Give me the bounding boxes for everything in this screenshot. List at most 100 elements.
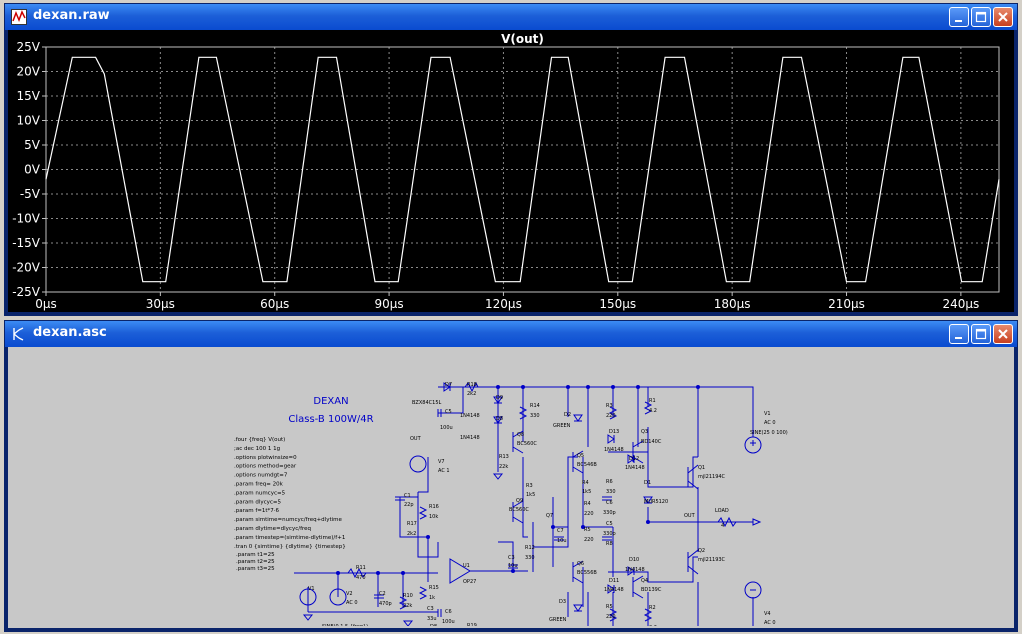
component-label: V1 xyxy=(308,586,315,592)
component-label: Q5 xyxy=(577,453,584,459)
component-label: GREEN xyxy=(549,617,567,623)
component-label: BD139C xyxy=(641,587,662,593)
component-label: D1 xyxy=(644,480,651,486)
directive-line: .param dlytime=dlycyc/freq xyxy=(234,526,311,532)
close-icon xyxy=(998,12,1008,22)
component-label: MUR5120 xyxy=(644,499,668,505)
param-line: .param t1=25 xyxy=(236,552,275,558)
component-label: BC560C xyxy=(509,507,529,513)
component-label: AC 0 xyxy=(764,620,776,626)
component-label: R5 xyxy=(606,604,613,610)
component-label: 1N4148 xyxy=(625,567,645,573)
component-label: R11 xyxy=(356,565,366,571)
component-label: D8 xyxy=(496,416,503,422)
component-label: 10u xyxy=(557,538,567,544)
component-label: Q2 xyxy=(698,548,705,554)
schematic-window-title: dexan.asc xyxy=(33,325,107,340)
component-label: R18 xyxy=(467,382,477,388)
close-button[interactable] xyxy=(993,7,1013,27)
schematic-canvas[interactable]: DEXAN Class-B 100W/4R .four {freq} V(out… xyxy=(8,347,1010,634)
component-label: Q4 xyxy=(641,578,648,584)
schematic-subtitle: Class-B 100W/4R xyxy=(288,414,373,425)
directive-line: .options numdgt=7 xyxy=(234,473,288,479)
schematic-pane[interactable]: DEXAN Class-B 100W/4R .four {freq} V(out… xyxy=(8,347,1014,634)
component-label: 220 xyxy=(606,413,616,419)
x-tick-label: 90µs xyxy=(375,297,404,311)
directive-line: .four {freq} V(out) xyxy=(234,437,285,443)
component-label: D13 xyxy=(609,429,619,435)
component-label: 4.2 xyxy=(649,408,657,414)
component-label: 470 xyxy=(356,575,366,581)
component-label: LOAD xyxy=(715,508,729,514)
component-label: 2k2 xyxy=(407,531,416,537)
component-label: R2 xyxy=(649,605,656,611)
component-label: C6 xyxy=(445,609,452,615)
waveform-plot-pane[interactable]: 25V 20V 15V 10V 5V 0V -5V -10V -15V -20V -25V 0µs 30… xyxy=(8,30,1014,312)
component-label: 330 xyxy=(530,413,540,419)
component-label: C1 xyxy=(404,493,411,499)
component-label: 330p xyxy=(603,510,616,516)
component-label: OUT xyxy=(684,513,696,519)
y-tick-label: 20V xyxy=(17,65,41,79)
maximize-button[interactable] xyxy=(971,7,991,27)
component-label: 10k xyxy=(429,514,438,520)
component-label: D10 xyxy=(629,557,639,563)
component-label: R8 xyxy=(606,541,613,547)
component-label: 100u xyxy=(442,619,455,625)
y-tick-label: 0V xyxy=(24,163,41,177)
component-label: 100u xyxy=(440,425,453,431)
component-label: Q6 xyxy=(577,561,584,567)
component-label: AC 1 xyxy=(438,468,450,474)
component-label: Q7 xyxy=(546,513,553,519)
component-label: 470p xyxy=(379,601,392,607)
component-label: 1k xyxy=(429,595,435,601)
component-label: SINE(25 0 100) xyxy=(750,430,788,436)
component-label: R3 xyxy=(606,403,613,409)
directive-line: .param simtime=numcyc/freq+dlytime xyxy=(234,517,342,523)
component-label: AC 0 xyxy=(346,600,358,606)
waveform-titlebar[interactable]: dexan.raw xyxy=(5,4,1017,30)
component-label: 22k xyxy=(499,464,508,470)
component-label: D12 xyxy=(629,456,639,462)
x-tick-label: 210µs xyxy=(828,297,865,311)
component-label: 220 xyxy=(584,511,594,517)
component-label: 1N4148 xyxy=(460,413,480,419)
x-tick-label: 150µs xyxy=(599,297,636,311)
component-label: C5 xyxy=(445,409,452,415)
component-label: 22k xyxy=(403,603,412,609)
component-label: R15 xyxy=(429,585,439,591)
x-tick-label: 60µs xyxy=(260,297,289,311)
waveform-plot[interactable]: 25V20V15V10V5V0V-5V-10V-15V-20V-25V0µs 30… xyxy=(8,30,1010,311)
directive-line: .param timestep=(simtime-dlytime)/f+1 xyxy=(234,535,345,541)
chart-title: V(out) xyxy=(501,32,544,46)
component-label: mjl21193C xyxy=(698,557,726,563)
component-label: 1N4148 xyxy=(604,587,624,593)
component-label: R19 xyxy=(467,623,477,626)
y-tick-label: -5V xyxy=(20,187,41,201)
component-label: D2 xyxy=(564,412,571,418)
waveform-icon xyxy=(11,9,27,25)
component-label: 1k5 xyxy=(582,489,591,495)
component-label: BZX84C15L xyxy=(412,400,441,406)
component-label: Q1 xyxy=(698,465,705,471)
minimize-button[interactable] xyxy=(949,7,969,27)
minimize-button[interactable] xyxy=(949,324,969,344)
close-icon xyxy=(998,329,1008,339)
waveform-window[interactable]: dexan.raw 25V 20V 15V 10V 5V 0V -5V -10V -15V -20… xyxy=(4,3,1018,316)
component-label: R16 xyxy=(429,504,439,510)
component-label: V4 xyxy=(764,611,771,617)
component-label: SINE(0 1.5 {freq}) xyxy=(322,624,368,626)
schematic-titlebar[interactable]: dexan.asc xyxy=(5,321,1017,347)
component-label: 4 xyxy=(721,523,724,529)
close-button[interactable] xyxy=(993,324,1013,344)
component-label: 22p xyxy=(404,502,414,508)
component-label: 33u xyxy=(427,616,437,622)
component-label: R1 xyxy=(649,398,656,404)
component-label: 330p xyxy=(603,531,616,537)
schematic-title: DEXAN xyxy=(313,396,348,407)
component-label: 330 xyxy=(525,555,535,561)
component-label: 1N4148 xyxy=(460,435,480,441)
component-label: BC546B xyxy=(577,462,597,468)
maximize-button[interactable] xyxy=(971,324,991,344)
schematic-window[interactable]: dexan.asc DEXAN Class-B 100W/4R .four {f… xyxy=(4,320,1018,634)
